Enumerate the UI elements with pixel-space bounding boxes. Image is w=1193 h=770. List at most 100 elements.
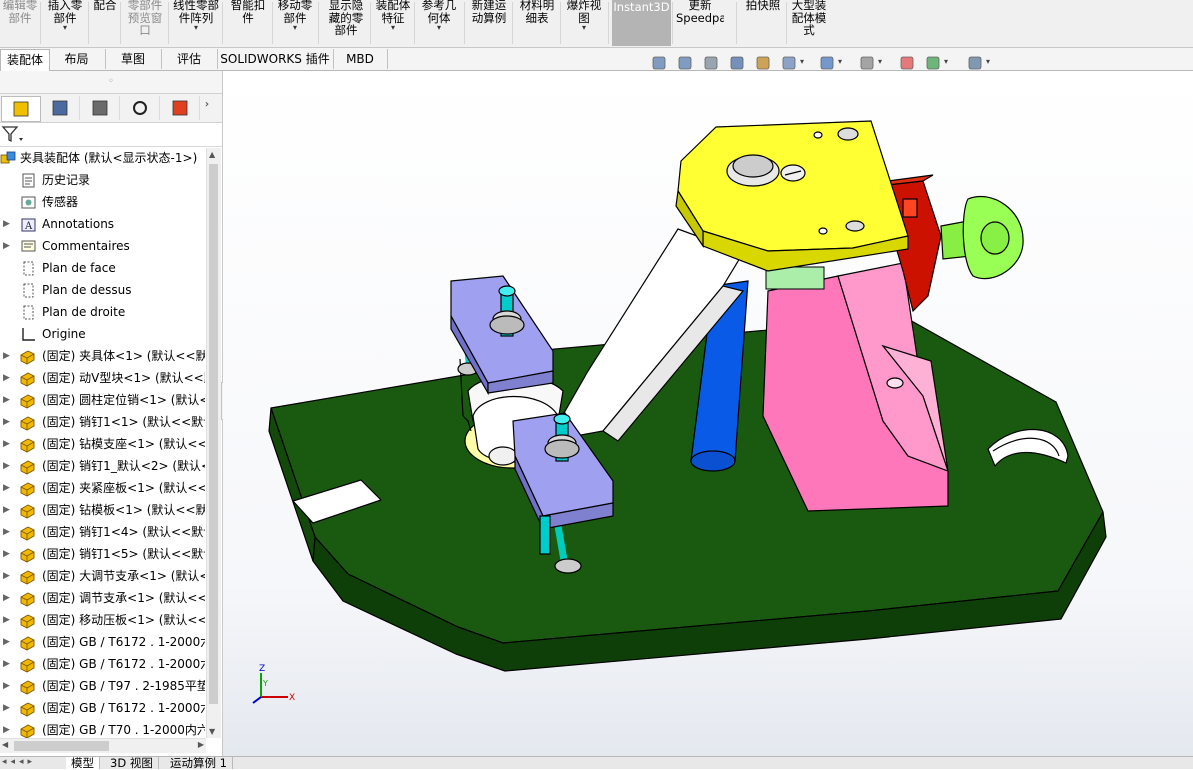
ribbon-button-5[interactable]: 智能扣 件 [224, 0, 272, 46]
tree-item[interactable]: ▶ Commentaires [0, 236, 205, 256]
ribbon-button-15[interactable]: 拍快照 [740, 0, 786, 46]
expand-arrow-icon[interactable]: ▶ [3, 368, 13, 388]
ribbon-button-2[interactable]: 配合 [90, 0, 120, 46]
tree-filter[interactable] [0, 122, 222, 147]
panel-tab-3[interactable] [121, 96, 160, 120]
panel-tab-1[interactable] [41, 96, 80, 120]
expand-arrow-icon[interactable]: ▶ [3, 654, 13, 674]
tree-item[interactable]: 历史记录 [0, 170, 205, 190]
tab-2[interactable]: 草图 [105, 49, 162, 69]
ribbon-button-7[interactable]: 显示隐 藏的零 部件 [322, 0, 370, 46]
hud-dropdown-icon[interactable]: ▾ [878, 57, 882, 66]
tree-item[interactable]: ▶ (固定) 销钉1<5> (默认<<默认 [0, 544, 205, 564]
expand-arrow-icon[interactable]: ▶ [3, 544, 13, 564]
ribbon-button-6[interactable]: 移动零 部件 ▾ [274, 0, 316, 46]
graphics-area[interactable]: X Z Y [223, 71, 1193, 756]
dropdown-caret-icon[interactable]: ▾ [372, 24, 414, 32]
tree-root[interactable]: 夹具装配体 (默认<显示状态-1>) [0, 148, 205, 168]
panel-tab-chevron-icon[interactable]: › [205, 99, 209, 110]
filter-icon[interactable] [0, 123, 26, 145]
section-view-icon[interactable] [728, 54, 746, 72]
tree-item[interactable]: Plan de face [0, 258, 205, 278]
tree-item[interactable]: ▶ (固定) 钻模支座<1> (默认<<默 [0, 434, 205, 454]
dropdown-caret-icon[interactable]: ▾ [274, 24, 316, 32]
tree-item[interactable]: ▶ (固定) 夹具体<1> (默认<<默认 [0, 346, 205, 366]
panel-tab-0[interactable] [1, 96, 41, 122]
scroll-up-icon[interactable]: ▲ [209, 150, 215, 159]
scroll-down-icon[interactable]: ▼ [209, 727, 215, 736]
tab-5[interactable]: MBD [333, 49, 388, 69]
tree-item[interactable]: ▶ (固定) 钻模板<1> (默认<<默认 [0, 500, 205, 520]
ribbon-button-1[interactable]: 插入零 部件 ▾ [42, 0, 88, 46]
tab-0[interactable]: 装配体 [0, 49, 50, 71]
tree-item[interactable]: ▶ (固定) 夹紧座板<1> (默认<<默 [0, 478, 205, 498]
expand-arrow-icon[interactable]: ▶ [3, 390, 13, 410]
ribbon-button-3[interactable]: 零部件 预览窗 口 [122, 0, 168, 46]
dropdown-caret-icon[interactable]: ▾ [42, 24, 88, 32]
tree-item[interactable]: ▶ (固定) 大调节支承<1> (默认< [0, 566, 205, 586]
ribbon-button-8[interactable]: 装配体 特征 ▾ [372, 0, 414, 46]
bottom-tab-1[interactable]: 3D 视图 [105, 757, 159, 769]
hud-dropdown-icon[interactable]: ▾ [944, 57, 948, 66]
tree-vertical-scrollbar[interactable]: ▲ ▼ [206, 148, 221, 738]
ribbon-button-9[interactable]: 参考几 何体 ▾ [416, 0, 462, 46]
tree-item[interactable]: ▶ (固定) 动V型块<1> (默认<<默 [0, 368, 205, 388]
tree-item[interactable]: ▶ (固定) GB / T97 . 2-1985平垫 [0, 676, 205, 696]
expand-arrow-icon[interactable]: ▶ [3, 478, 13, 498]
panel-tab-4[interactable] [161, 96, 200, 120]
tree-item[interactable]: ▶ (固定) 调节支承<1> (默认<<默 [0, 588, 205, 608]
expand-arrow-icon[interactable]: ▶ [3, 566, 13, 586]
tab-3[interactable]: 评估 [161, 49, 218, 69]
display-style-icon[interactable] [780, 54, 798, 72]
tree-item[interactable]: ▶ (固定) GB / T70 . 1-2000内六 [0, 720, 205, 738]
tab-1[interactable]: 布局 [48, 49, 106, 69]
expand-arrow-icon[interactable]: ▶ [3, 698, 13, 718]
tree-item[interactable]: Plan de dessus [0, 280, 205, 300]
tree-item[interactable]: ▶ (固定) 销钉1<4> (默认<<默认 [0, 522, 205, 542]
bottom-tab-2[interactable]: 运动算例 1 [165, 757, 233, 769]
dynamic-annotation-icon[interactable] [754, 54, 772, 72]
expand-arrow-icon[interactable]: ▶ [3, 676, 13, 696]
expand-arrow-icon[interactable]: ▶ [3, 214, 13, 234]
apply-scene-icon[interactable] [924, 54, 942, 72]
hscrollbar-thumb[interactable] [14, 741, 109, 751]
previous-view-icon[interactable] [702, 54, 720, 72]
tree-item[interactable]: ▶ (固定) GB / T6172 . 1-2000六 [0, 654, 205, 674]
expand-arrow-icon[interactable]: ▶ [3, 500, 13, 520]
tree-item[interactable]: ▶ (固定) 销钉1_默认<2> (默认< [0, 456, 205, 476]
tab-scroll-arrows-icon[interactable]: ◂◂◂▸ [2, 757, 36, 767]
ribbon-button-4[interactable]: 线性零部 件阵列 ▾ [170, 0, 222, 46]
expand-arrow-icon[interactable]: ▶ [3, 236, 13, 256]
panel-grip[interactable]: ◦ [0, 71, 222, 93]
tree-item[interactable]: ▶ (固定) 圆柱定位销<1> (默认<< [0, 390, 205, 410]
ribbon-button-13[interactable]: Instant3D [612, 0, 671, 46]
expand-arrow-icon[interactable]: ▶ [3, 720, 13, 738]
tree-item[interactable]: ▶ (固定) GB / T6172 . 1-2000六 [0, 698, 205, 718]
ribbon-button-14[interactable]: 更新 Speedpak [676, 0, 724, 46]
view-orientation-icon[interactable] [818, 54, 836, 72]
expand-arrow-icon[interactable]: ▶ [3, 412, 13, 432]
dropdown-caret-icon[interactable]: ▾ [416, 24, 462, 32]
edit-appearance-icon[interactable] [898, 54, 916, 72]
hud-dropdown-icon[interactable]: ▾ [800, 57, 804, 66]
scroll-right-icon[interactable]: ▶ [198, 740, 204, 749]
scroll-left-icon[interactable]: ◀ [2, 740, 8, 749]
model-view[interactable]: X Z Y [223, 71, 1193, 756]
panel-tab-2[interactable] [81, 96, 120, 120]
hud-dropdown-icon[interactable]: ▾ [838, 57, 842, 66]
view-settings-icon[interactable] [966, 54, 984, 72]
zoom-to-fit-icon[interactable] [650, 54, 668, 72]
hide-show-icon[interactable] [858, 54, 876, 72]
expand-arrow-icon[interactable]: ▶ [3, 610, 13, 630]
tree-item[interactable]: Plan de droite [0, 302, 205, 322]
ribbon-button-10[interactable]: 新建运 动算例 [466, 0, 512, 46]
expand-arrow-icon[interactable]: ▶ [3, 434, 13, 454]
tree-item[interactable]: ▶ A Annotations [0, 214, 205, 234]
expand-arrow-icon[interactable]: ▶ [3, 632, 13, 652]
zoom-area-icon[interactable] [676, 54, 694, 72]
tree-item[interactable]: ▶ (固定) 移动压板<1> (默认<<默 [0, 610, 205, 630]
bottom-tab-0[interactable]: 模型 [66, 757, 100, 769]
drill-template-plate[interactable] [675, 120, 909, 272]
ribbon-button-0[interactable]: 编辑零 部件 [0, 0, 40, 46]
tree-item[interactable]: ▶ (固定) 销钉1<1> (默认<<默认 [0, 412, 205, 432]
